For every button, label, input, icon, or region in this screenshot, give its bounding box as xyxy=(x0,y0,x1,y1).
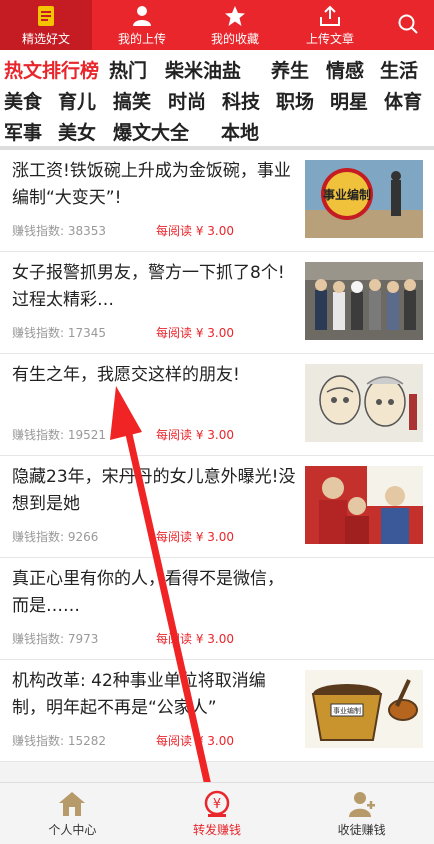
user-icon xyxy=(132,4,152,28)
category-workplace[interactable]: 职场 xyxy=(276,87,330,114)
article-list: 涨工资!铁饭碗上升成为金饭碗，事业编制“大变天”! 赚钱指数: 38353 每阅… xyxy=(0,150,434,762)
thumbnail-text: 事业编制 xyxy=(333,706,361,715)
tab-label: 我的收藏 xyxy=(210,31,259,46)
yuan-coin-icon: ¥ xyxy=(202,789,232,819)
category-row: 热文排行榜 热门 柴米油盐 养生 情感 生活 xyxy=(4,54,434,85)
article-title: 隐藏23年，宋丹丹的女儿意外曝光!没想到是她 xyxy=(12,467,296,514)
category-local[interactable]: 本地 xyxy=(221,118,281,145)
earning-index: 赚钱指数: 38353 xyxy=(12,224,107,238)
tab-featured-articles[interactable]: 精选好文 xyxy=(0,0,92,50)
category-food[interactable]: 美食 xyxy=(4,87,58,114)
earning-index: 赚钱指数: 15282 xyxy=(12,734,107,748)
tab-upload-article[interactable]: 上传文章 xyxy=(278,0,382,50)
tab-label: 精选好文 xyxy=(21,31,70,46)
article-item[interactable]: 真正心里有你的人，看得不是微信，而是…… 赚钱指数: 7973 每阅读 ¥ 3.… xyxy=(0,558,434,660)
star-icon xyxy=(224,4,246,28)
category-viral[interactable]: 爆文大全 xyxy=(113,118,221,145)
search-icon xyxy=(397,12,419,36)
article-item[interactable]: 涨工资!铁饭碗上升成为金饭碗，事业编制“大变天”! 赚钱指数: 38353 每阅… xyxy=(0,150,434,252)
category-popular[interactable]: 热门 xyxy=(109,56,165,83)
earning-index: 赚钱指数: 19521 xyxy=(12,428,107,442)
tab-my-favorites[interactable]: 我的收藏 xyxy=(192,0,278,50)
category-sports[interactable]: 体育 xyxy=(384,87,430,114)
category-life[interactable]: 生活 xyxy=(380,56,426,83)
reward-per-read: 每阅读 ¥ 3.00 xyxy=(156,428,234,442)
reward-per-read: 每阅读 ¥ 3.00 xyxy=(156,224,234,238)
tab-label: 上传文章 xyxy=(305,31,354,46)
tab-label: 个人中心 xyxy=(48,823,97,837)
top-nav: 精选好文 我的上传 我的收藏 上传文章 xyxy=(0,0,434,50)
category-tech[interactable]: 科技 xyxy=(222,87,276,114)
tab-personal-center[interactable]: 个人中心 xyxy=(0,783,145,844)
tab-my-uploads[interactable]: 我的上传 xyxy=(92,0,192,50)
article-item[interactable]: 隐藏23年，宋丹丹的女儿意外曝光!没想到是她 赚钱指数: 9266 每阅读 ¥ … xyxy=(0,456,434,558)
article-item[interactable]: 女子报警抓男友，警方一下抓了8个!过程太精彩… 赚钱指数: 17345 每阅读 … xyxy=(0,252,434,354)
home-icon xyxy=(57,789,87,819)
article-title: 女子报警抓男友，警方一下抓了8个!过程太精彩… xyxy=(12,263,285,310)
article-item[interactable]: 机构改革: 42种事业单位将取消编制，明年起不再是“公家人” 赚钱指数: 152… xyxy=(0,660,434,762)
upload-icon xyxy=(319,4,341,28)
bottom-tab-bar: 个人中心 ¥ 转发赚钱 收徒赚钱 xyxy=(0,782,434,844)
thumbnail-text: 事业编制 xyxy=(323,187,371,202)
category-celebrity[interactable]: 明星 xyxy=(330,87,384,114)
earning-index: 赚钱指数: 17345 xyxy=(12,326,107,340)
category-fashion[interactable]: 时尚 xyxy=(168,87,222,114)
category-hot-ranking[interactable]: 热文排行榜 xyxy=(4,56,109,83)
tab-label: 我的上传 xyxy=(117,31,166,46)
article-thumbnail: 事业编制 xyxy=(305,670,423,748)
reward-per-read: 每阅读 ¥ 3.00 xyxy=(156,326,234,340)
article-item[interactable]: 有生之年，我愿交这样的朋友! 赚钱指数: 19521 每阅读 ¥ 3.00 xyxy=(0,354,434,456)
earning-index: 赚钱指数: 7973 xyxy=(12,632,99,646)
reward-per-read: 每阅读 ¥ 3.00 xyxy=(156,530,234,544)
reward-per-read: 每阅读 ¥ 3.00 xyxy=(156,632,234,646)
category-row: 美食 育儿 搞笑 时尚 科技 职场 明星 体育 xyxy=(4,85,434,116)
category-health[interactable]: 养生 xyxy=(271,56,326,83)
article-title: 有生之年，我愿交这样的朋友! xyxy=(12,365,240,385)
category-row: 军事 美女 爆文大全 本地 xyxy=(4,116,434,147)
category-beauty[interactable]: 美女 xyxy=(58,118,113,145)
category-funny[interactable]: 搞笑 xyxy=(113,87,168,114)
article-thumbnail: 事业编制 xyxy=(305,160,423,238)
category-military[interactable]: 军事 xyxy=(4,118,58,145)
tab-share-earn[interactable]: ¥ 转发赚钱 xyxy=(145,783,290,844)
category-daily-life[interactable]: 柴米油盐 xyxy=(165,56,271,83)
article-thumbnail xyxy=(305,466,423,544)
earning-index: 赚钱指数: 9266 xyxy=(12,530,99,544)
category-emotion[interactable]: 情感 xyxy=(326,56,380,83)
tab-label: 收徒赚钱 xyxy=(337,823,386,837)
reward-per-read: 每阅读 ¥ 3.00 xyxy=(156,734,234,748)
search-button[interactable] xyxy=(382,0,434,50)
article-thumbnail xyxy=(305,364,423,442)
article-thumbnail xyxy=(305,262,423,340)
tab-recruit-earn[interactable]: 收徒赚钱 xyxy=(289,783,434,844)
tab-label: 转发赚钱 xyxy=(193,823,242,837)
article-icon xyxy=(36,4,56,28)
svg-text:¥: ¥ xyxy=(213,797,221,812)
category-bar: 热文排行榜 热门 柴米油盐 养生 情感 生活 美食 育儿 搞笑 时尚 科技 职场… xyxy=(0,50,434,146)
person-add-icon xyxy=(347,789,377,819)
article-title: 涨工资!铁饭碗上升成为金饭碗，事业编制“大变天”! xyxy=(12,161,291,208)
category-parenting[interactable]: 育儿 xyxy=(58,87,113,114)
article-title: 真正心里有你的人，看得不是微信，而是…… xyxy=(12,569,284,616)
article-title: 机构改革: 42种事业单位将取消编制，明年起不再是“公家人” xyxy=(12,671,266,718)
